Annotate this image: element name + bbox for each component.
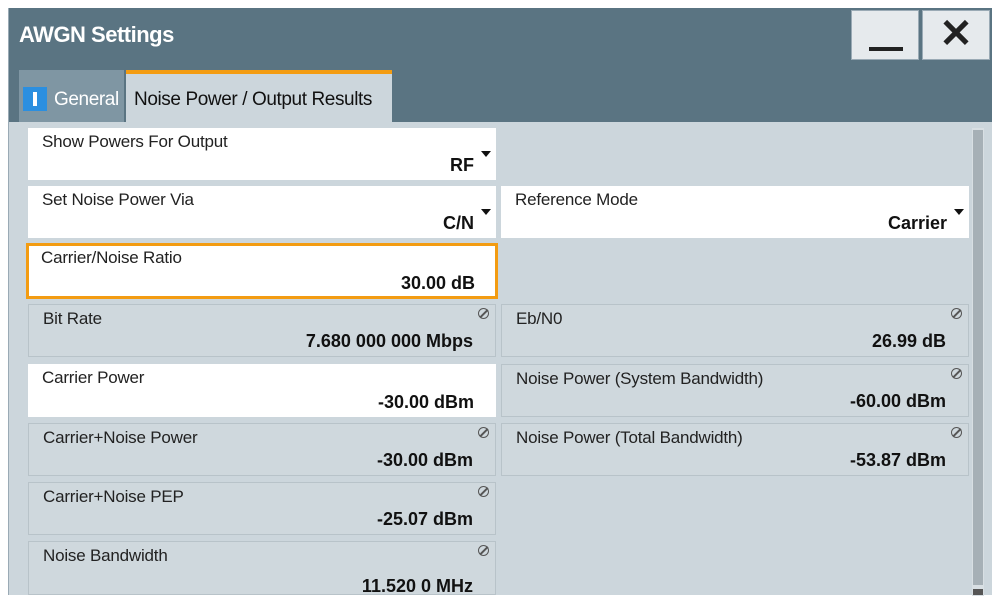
tab-noise-power-label: Noise Power / Output Results bbox=[134, 89, 373, 110]
field-value: -60.00 dBm bbox=[849, 391, 946, 411]
field-label: Noise Power (System Bandwidth) bbox=[516, 369, 764, 388]
scrollbar-thumb[interactable] bbox=[973, 130, 983, 585]
read-only-icon bbox=[478, 486, 489, 497]
scrollbar-end-marker bbox=[973, 589, 983, 595]
window-title: AWGN Settings bbox=[19, 22, 174, 47]
bit-rate-field: Bit Rate 7.680 000 000 Mbps bbox=[28, 304, 496, 357]
field-label: Carrier/Noise Ratio bbox=[41, 248, 182, 267]
field-value: 26.99 dB bbox=[871, 331, 946, 351]
field-value: -30.00 dBm bbox=[377, 392, 474, 412]
close-icon: ✕ bbox=[939, 12, 973, 56]
noise-power-total-bandwidth-field: Noise Power (Total Bandwidth) -53.87 dBm bbox=[501, 423, 969, 476]
field-label: Bit Rate bbox=[43, 309, 102, 328]
read-only-icon bbox=[478, 545, 489, 556]
carrier-noise-ratio-field[interactable]: Carrier/Noise Ratio 30.00 dB bbox=[26, 243, 498, 299]
field-value: 30.00 dB bbox=[400, 273, 475, 293]
field-label: Carrier+Noise Power bbox=[43, 428, 198, 447]
field-value: 11.520 0 MHz bbox=[361, 576, 473, 596]
chevron-down-icon bbox=[954, 209, 964, 215]
field-value: Carrier bbox=[887, 213, 947, 233]
title-bar: AWGN Settings ✕ bbox=[9, 8, 992, 62]
show-powers-for-output-select[interactable]: Show Powers For Output RF bbox=[28, 128, 496, 180]
tab-bar: General Noise Power / Output Results bbox=[9, 62, 992, 122]
field-value: RF bbox=[450, 155, 474, 175]
field-label: Noise Power (Total Bandwidth) bbox=[516, 428, 743, 447]
field-label: Noise Bandwidth bbox=[43, 546, 168, 565]
eb-n0-field: Eb/N0 26.99 dB bbox=[501, 304, 969, 357]
awgn-settings-dialog: AWGN Settings ✕ General Noise Power / Ou… bbox=[8, 8, 992, 596]
read-only-icon bbox=[478, 427, 489, 438]
tab-general-label: General bbox=[54, 89, 119, 110]
field-label: Reference Mode bbox=[515, 190, 638, 209]
read-only-icon bbox=[951, 427, 962, 438]
carrier-noise-power-field: Carrier+Noise Power -30.00 dBm bbox=[28, 423, 496, 476]
read-only-icon bbox=[951, 368, 962, 379]
field-label: Eb/N0 bbox=[516, 309, 563, 328]
vertical-scrollbar[interactable] bbox=[972, 128, 984, 596]
field-value: C/N bbox=[443, 213, 474, 233]
field-label: Show Powers For Output bbox=[42, 132, 228, 151]
chevron-down-icon bbox=[481, 151, 491, 157]
field-label: Carrier Power bbox=[42, 368, 145, 387]
read-only-icon bbox=[951, 308, 962, 319]
reference-mode-select[interactable]: Reference Mode Carrier bbox=[501, 186, 969, 238]
noise-power-system-bandwidth-field: Noise Power (System Bandwidth) -60.00 dB… bbox=[501, 364, 969, 417]
minimize-icon bbox=[869, 47, 903, 51]
field-value: -53.87 dBm bbox=[849, 450, 946, 470]
field-label: Carrier+Noise PEP bbox=[43, 487, 184, 506]
field-value: -25.07 dBm bbox=[376, 509, 473, 529]
minimize-button[interactable] bbox=[851, 10, 919, 60]
field-label: Set Noise Power Via bbox=[42, 190, 194, 209]
tab-general[interactable]: General bbox=[19, 70, 124, 122]
field-value: 7.680 000 000 Mbps bbox=[305, 331, 473, 351]
info-icon bbox=[23, 87, 47, 111]
close-button[interactable]: ✕ bbox=[922, 10, 990, 60]
chevron-down-icon bbox=[481, 209, 491, 215]
tab-noise-power-output-results[interactable]: Noise Power / Output Results bbox=[126, 70, 392, 122]
carrier-power-field[interactable]: Carrier Power -30.00 dBm bbox=[28, 364, 496, 417]
carrier-noise-pep-field: Carrier+Noise PEP -25.07 dBm bbox=[28, 482, 496, 535]
noise-bandwidth-field: Noise Bandwidth 11.520 0 MHz bbox=[28, 541, 496, 596]
read-only-icon bbox=[478, 308, 489, 319]
field-value: -30.00 dBm bbox=[376, 450, 473, 470]
set-noise-power-via-select[interactable]: Set Noise Power Via C/N bbox=[28, 186, 496, 238]
